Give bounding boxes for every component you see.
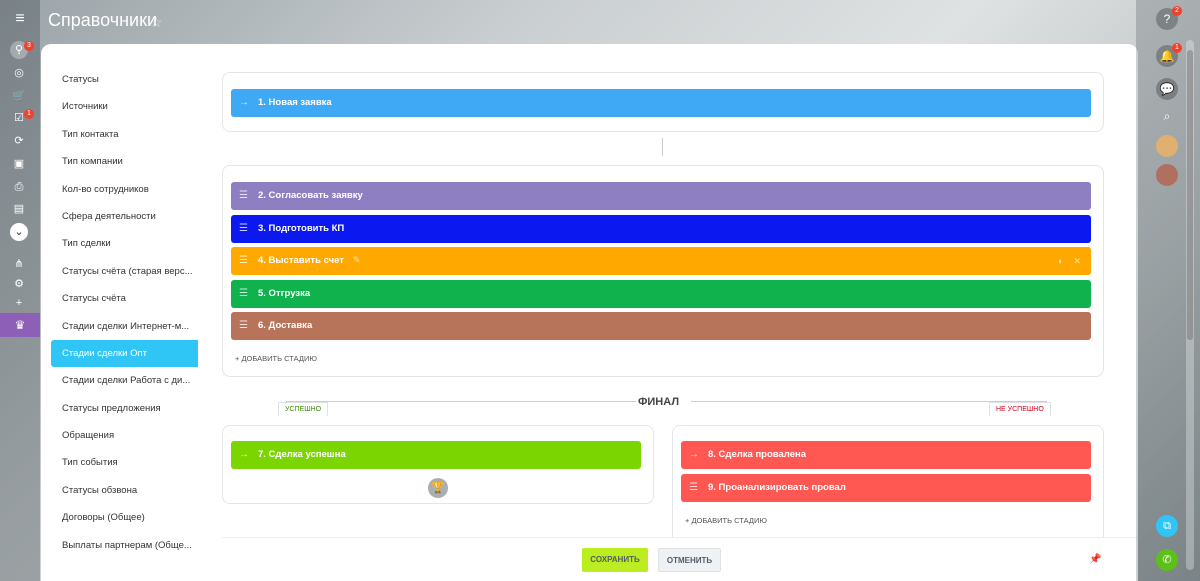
pencil-icon[interactable]: ✎	[353, 255, 361, 266]
main-panel: Статусы Источники Тип контакта Тип компа…	[41, 44, 1138, 581]
fail-stages-box: → 8. Сделка провалена ☰ 9. Проанализиров…	[672, 425, 1104, 547]
sidebar-item-statuses[interactable]: Статусы	[41, 66, 201, 93]
sidebar-item-quote-statuses[interactable]: Статусы предложения	[41, 395, 201, 422]
sidebar-item-deal-type[interactable]: Тип сделки	[41, 230, 201, 257]
stage-item[interactable]: ☰ 3. Подготовить КП	[231, 215, 1091, 243]
stage-item[interactable]: ☰ 6. Доставка	[231, 312, 1091, 340]
page-title: Справочники	[48, 10, 158, 30]
drag-handle-icon[interactable]: ☰	[689, 474, 698, 502]
stage-item[interactable]: ☰ 5. Отгрузка	[231, 280, 1091, 308]
avatar[interactable]	[1156, 135, 1178, 157]
connector-line	[662, 138, 663, 156]
filter-badge: 3	[24, 41, 34, 51]
stage-label: 4. Выставить счет	[258, 255, 344, 266]
sidebar-item-invoice-statuses-old[interactable]: Статусы счёта (старая верс...	[41, 258, 201, 285]
scrollbar[interactable]	[1186, 40, 1194, 570]
tasks-badge: 1	[24, 109, 34, 119]
arrow-right-icon: →	[239, 449, 249, 460]
process-stages-box: ☰ 2. Согласовать заявку ☰ 3. Подготовить…	[222, 165, 1104, 377]
sidebar-item-contact-type[interactable]: Тип контакта	[41, 121, 201, 148]
sidebar-item-deal-stages-dealers[interactable]: Стадии сделки Работа с ди...	[41, 367, 201, 394]
success-tab: УСПЕШНО	[278, 402, 329, 416]
sidebar-item-sources[interactable]: Источники	[41, 93, 201, 120]
chat-icon[interactable]: 💬	[1156, 78, 1178, 100]
sidebar-item-deal-stages-wholesale[interactable]: Стадии сделки Опт	[51, 339, 198, 368]
drag-handle-icon[interactable]: ☰	[239, 215, 248, 243]
star-icon[interactable]: ☆	[150, 14, 163, 31]
notifications-badge: 1	[1172, 43, 1182, 53]
sidebar: Статусы Источники Тип контакта Тип компа…	[41, 66, 201, 559]
drag-handle-icon[interactable]: ☰	[239, 182, 248, 210]
scrollbar-thumb[interactable]	[1187, 50, 1193, 340]
avatar[interactable]	[1156, 164, 1178, 186]
gear-icon[interactable]: ⚙	[10, 275, 28, 293]
help-badge: 2	[1172, 6, 1182, 16]
sitemap-icon[interactable]: ⋔	[10, 255, 28, 273]
crown-icon[interactable]: ♛	[0, 313, 40, 337]
arrow-right-icon: →	[239, 97, 249, 108]
cart-icon[interactable]: 🛒	[10, 87, 28, 105]
sidebar-item-event-type[interactable]: Тип события	[41, 449, 201, 476]
stage-item[interactable]: ☰ 2. Согласовать заявку	[231, 182, 1091, 210]
close-icon[interactable]: ✕	[1073, 256, 1081, 266]
stage-label: 7. Сделка успешна	[258, 449, 346, 460]
drag-handle-icon[interactable]: ☰	[239, 247, 248, 275]
target-icon[interactable]: ◎	[10, 64, 28, 82]
printer-icon[interactable]: ⎙	[10, 178, 28, 196]
stage-actions: ◐ ✕	[1058, 247, 1081, 275]
chevron-down-icon[interactable]: ⌄	[10, 223, 28, 241]
search-icon[interactable]: ⌕	[1156, 105, 1178, 127]
sidebar-item-partner-payouts[interactable]: Выплаты партнерам (Обще...	[41, 532, 201, 559]
footer-bar: СОХРАНИТЬ ОТМЕНИТЬ 📌	[222, 537, 1138, 581]
add-stage-button[interactable]: + ДОБАВИТЬ СТАДИЮ	[235, 354, 317, 363]
sidebar-item-company-type[interactable]: Тип компании	[41, 148, 201, 175]
stage-item[interactable]: → 1. Новая заявка	[231, 89, 1091, 117]
drag-handle-icon[interactable]: ☰	[239, 280, 248, 308]
sidebar-item-industry[interactable]: Сфера деятельности	[41, 203, 201, 230]
final-title: ФИНАЛ	[638, 396, 680, 408]
phone-icon[interactable]: ✆	[1156, 549, 1178, 571]
box-icon[interactable]: ▤	[10, 200, 28, 218]
contact-card-icon[interactable]: ▣	[10, 155, 28, 173]
stage-item[interactable]: → 7. Сделка успешна	[231, 441, 641, 469]
sidebar-item-deal-stages-internet[interactable]: Стадии сделки Интернет-м...	[41, 313, 201, 340]
sidebar-item-requests[interactable]: Обращения	[41, 422, 201, 449]
messenger-icon[interactable]: ⧉	[1156, 515, 1178, 537]
stage-label: 5. Отгрузка	[258, 288, 311, 299]
sidebar-item-employees[interactable]: Кол-во сотрудников	[41, 176, 201, 203]
stage-label: 6. Доставка	[258, 320, 313, 331]
final-divider-left	[286, 401, 636, 402]
pin-icon[interactable]: 📌	[1089, 554, 1101, 565]
add-stage-button[interactable]: + ДОБАВИТЬ СТАДИЮ	[685, 516, 767, 525]
drag-handle-icon[interactable]: ☰	[239, 312, 248, 340]
stage-label: 9. Проанализировать провал	[708, 482, 846, 493]
left-app-bar: ≡ ⚲ 3 ◎ 🛒 ☑ 1 ⟳ ▣ ⎙ ▤ ⌄ ⋔ ⚙ + ♛	[0, 0, 40, 581]
color-picker-icon[interactable]: ◐	[1058, 256, 1063, 266]
stage-item[interactable]: ☰ 9. Проанализировать провал	[681, 474, 1091, 502]
cancel-button[interactable]: ОТМЕНИТЬ	[658, 548, 721, 572]
trophy-icon: 🏆	[428, 478, 448, 498]
stage-label: 2. Согласовать заявку	[258, 190, 363, 201]
right-app-bar: ? 2 🔔 1 💬 ⌕ ⧉ ✆	[1136, 0, 1200, 581]
sidebar-item-call-statuses[interactable]: Статусы обзвона	[41, 477, 201, 504]
stage-label: 8. Сделка провалена	[708, 449, 807, 460]
plus-icon[interactable]: +	[10, 294, 28, 312]
sidebar-item-contracts[interactable]: Договоры (Общее)	[41, 504, 201, 531]
stage-item[interactable]: ☰ 4. Выставить счет ✎ ◐ ✕	[231, 247, 1091, 275]
stage-label: 3. Подготовить КП	[258, 223, 345, 234]
menu-icon[interactable]: ≡	[11, 11, 29, 27]
save-button[interactable]: СОХРАНИТЬ	[582, 548, 648, 572]
stage-label: 1. Новая заявка	[258, 97, 332, 108]
arrow-right-icon: →	[689, 449, 699, 460]
fail-tab: НЕ УСПЕШНО	[989, 402, 1051, 416]
sidebar-item-invoice-statuses[interactable]: Статусы счёта	[41, 285, 201, 312]
flow-icon[interactable]: ⟳	[10, 132, 28, 150]
stage-item[interactable]: → 8. Сделка провалена	[681, 441, 1091, 469]
initial-stage-box: → 1. Новая заявка	[222, 72, 1104, 132]
success-stages-box: → 7. Сделка успешна 🏆	[222, 425, 654, 504]
